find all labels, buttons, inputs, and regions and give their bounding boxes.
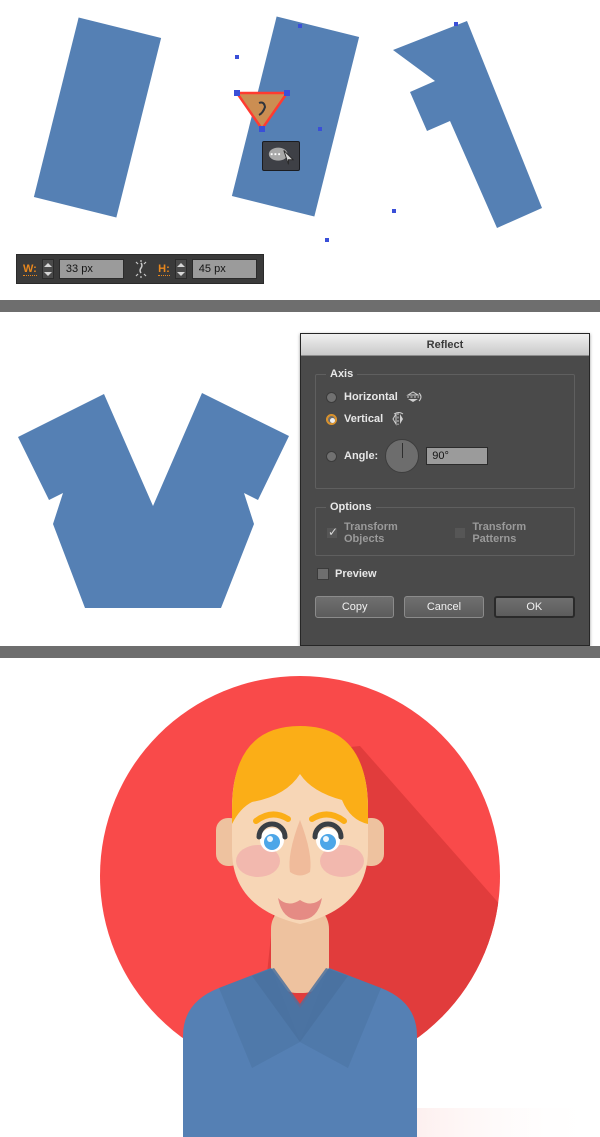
radio-horizontal[interactable]: Horizontal [326,386,564,408]
blue-rectangle-left[interactable] [33,17,162,218]
dialog-titlebar[interactable]: Reflect [301,334,589,356]
height-stepper[interactable] [174,259,187,279]
height-label: H: [158,262,170,276]
blue-v-shape[interactable] [8,360,298,635]
angle-label: Angle: [344,450,379,462]
checkbox-preview[interactable]: Preview [317,568,575,580]
constrain-proportions-icon[interactable] [129,259,153,279]
radio-vertical-control[interactable] [326,413,337,425]
blue-notched-shape-wrap [380,18,550,240]
anchor-point[interactable] [235,55,239,59]
checkbox-transform-patterns[interactable]: Transform Patterns [454,521,564,545]
checkbox-transform-patterns-label: Transform Patterns [472,521,527,545]
radio-angle-control[interactable] [326,450,337,462]
anchor-point[interactable] [392,209,396,213]
panel-divider [0,300,600,312]
checkbox-preview-label: Preview [335,568,377,580]
options-group: Options Transform Objects Transform Patt… [315,501,575,556]
panel-reflect-dialog: Reflect Axis Horizontal Vertical Angle: … [0,312,600,646]
radio-horizontal-control[interactable] [326,391,337,403]
tutorial-screenshot: W: 33 px H: 45 px Reflect Axis Horizonta… [0,0,600,1137]
reflect-horizontal-icon [405,391,422,402]
reflect-dialog: Reflect Axis Horizontal Vertical Angle: … [300,333,590,646]
anchor-point[interactable] [325,238,329,242]
selected-triangle-shape[interactable] [233,85,291,133]
height-input[interactable]: 45 px [191,259,257,279]
ok-button[interactable]: OK [493,596,575,618]
eye-right [312,821,344,852]
anchor-point[interactable] [454,22,458,26]
angle-input[interactable]: 90° [426,447,489,465]
angle-row[interactable]: Angle: 90° [326,434,564,478]
axis-group-legend: Axis [330,368,354,380]
checkbox-transform-objects[interactable]: Transform Objects [326,521,432,545]
reflect-vertical-icon [392,412,404,426]
blue-notched-shape[interactable] [380,18,550,240]
anchor-point[interactable] [318,127,322,131]
width-input[interactable]: 33 px [58,259,125,279]
panel-divider [0,646,600,658]
transform-wh-toolbar[interactable]: W: 33 px H: 45 px [16,254,264,284]
cancel-button[interactable]: Cancel [404,596,484,618]
checkbox-transform-patterns-control[interactable] [454,527,467,539]
panel-shape-editing: W: 33 px H: 45 px [0,0,600,300]
radio-vertical-label: Vertical [344,413,384,425]
copy-button[interactable]: Copy [315,596,395,618]
width-label: W: [23,262,37,276]
angle-dial[interactable] [385,439,420,473]
options-group-legend: Options [330,501,372,513]
width-stepper[interactable] [41,259,54,279]
axis-group: Axis Horizontal Vertical Angle: 90° [315,368,575,489]
dialog-button-row: Copy Cancel OK [315,596,575,618]
radio-vertical[interactable]: Vertical [326,408,564,430]
radio-horizontal-label: Horizontal [344,391,398,403]
dialog-title: Reflect [426,338,464,351]
checkbox-transform-objects-label: Transform Objects [344,521,398,545]
avatar-illustration [100,676,600,1137]
reflect-tool-cursor-icon [262,141,300,171]
anchor-point[interactable] [298,24,302,28]
checkbox-transform-objects-control[interactable] [326,525,338,539]
checkbox-preview-control[interactable] [317,568,329,580]
panel-avatar-result [0,658,600,1137]
